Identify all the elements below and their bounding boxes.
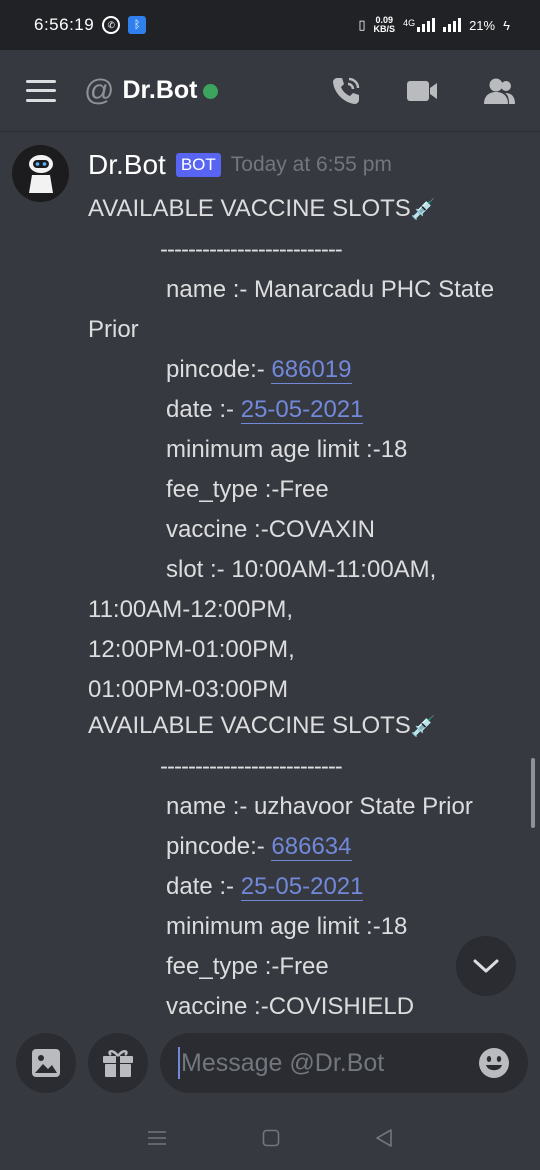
network-speed-unit: KB/S [373, 24, 396, 34]
home-icon[interactable] [262, 1129, 280, 1147]
vaccine-type: vaccine :-COVAXIN [166, 516, 375, 543]
vaccine-type: vaccine :-COVISHIELD [166, 993, 415, 1020]
date-link[interactable]: 25-05-2021 [240, 873, 364, 901]
slot-heading-text: AVAILABLE VACCINE SLOTS [88, 712, 411, 739]
emoji-icon[interactable] [478, 1047, 510, 1079]
slot-times: slot :- 10:00AM-11:00AM, [166, 556, 437, 583]
pincode-label: pincode:- [166, 833, 272, 860]
bot-badge: BOT [175, 153, 221, 177]
recent-apps-icon[interactable] [147, 1130, 167, 1146]
syringe-icon: 💉 [410, 716, 436, 738]
slot-heading: AVAILABLE VACCINE SLOTS💉 [88, 189, 533, 230]
channel-header: @ Dr.Bot [0, 50, 540, 132]
chevron-down-icon [473, 959, 499, 973]
pincode-link[interactable]: 686019 [271, 356, 352, 384]
vibrate-icon: ▯ [358, 17, 366, 32]
header-actions [330, 75, 516, 107]
hamburger-icon[interactable] [26, 79, 56, 102]
avatar[interactable] [12, 145, 69, 202]
pincode-link[interactable]: 686634 [271, 833, 352, 861]
slot-times-continued: 12:00PM-01:00PM, [88, 636, 295, 663]
separator: -------------------------- [160, 236, 343, 263]
video-camera-icon[interactable] [406, 79, 438, 103]
slot-heading: AVAILABLE VACCINE SLOTS💉 [88, 706, 533, 747]
message-list[interactable]: Dr.Bot BOT Today at 6:55 pm AVAILABLE VA… [0, 133, 540, 1025]
channel-title: Dr.Bot [122, 76, 198, 104]
online-status-dot [203, 84, 219, 99]
pincode-label: pincode:- [166, 356, 272, 383]
message-content: AVAILABLE VACCINE SLOTS💉 ---------------… [88, 189, 533, 1025]
message-composer: Message @Dr.Bot [0, 1025, 540, 1105]
message-input[interactable]: Message @Dr.Bot [160, 1033, 528, 1093]
syringe-icon: 💉 [410, 199, 436, 221]
gift-button[interactable] [88, 1033, 148, 1093]
center-name: name :- Manarcadu PHC State [166, 276, 495, 303]
fee-type: fee_type :-Free [166, 476, 329, 503]
bluetooth-icon: ᛒ [128, 16, 147, 34]
date-label: date :- [166, 873, 241, 900]
attach-image-button[interactable] [16, 1033, 76, 1093]
system-nav-bar [0, 1105, 540, 1170]
members-icon[interactable] [482, 77, 516, 105]
slot-heading-text: AVAILABLE VACCINE SLOTS [88, 195, 411, 222]
pincode-row: pincode:- 686019 [88, 350, 533, 390]
network-type: 4G [403, 18, 416, 28]
date-link[interactable]: 25-05-2021 [240, 396, 364, 424]
text-cursor [178, 1047, 180, 1079]
age-limit: minimum age limit :-18 [166, 436, 408, 463]
message-input-placeholder: Message @Dr.Bot [181, 1048, 385, 1077]
message-timestamp: Today at 6:55 pm [230, 153, 392, 176]
age-limit: minimum age limit :-18 [166, 913, 408, 940]
at-icon: @ [84, 73, 115, 107]
signal-4g-icon: 4G [403, 18, 436, 32]
gift-icon [103, 1050, 133, 1077]
whatsapp-icon: ✆ [102, 16, 121, 34]
date-row: date :- 25-05-2021 [88, 867, 533, 907]
battery-level: 21% [469, 17, 496, 33]
status-indicators: ▯ 0.09 KB/S 4G 21% ϟ [358, 16, 510, 34]
slot-times-continued: 01:00PM-03:00PM [88, 676, 289, 703]
status-time: 6:56:19 [34, 15, 95, 34]
jump-to-bottom-button[interactable] [456, 936, 516, 996]
robot-avatar-icon [28, 154, 53, 193]
scrollbar-thumb[interactable] [531, 758, 535, 828]
back-icon[interactable] [375, 1128, 393, 1148]
message-header: Dr.Bot BOT Today at 6:55 pm [88, 149, 392, 181]
separator: -------------------------- [160, 753, 343, 780]
slot-times-continued: 11:00AM-12:00PM, [88, 596, 293, 623]
message-author[interactable]: Dr.Bot [88, 149, 166, 181]
center-name: name :- uzhavoor State Prior [166, 793, 473, 820]
center-name-continued: Prior [88, 316, 139, 343]
image-icon [32, 1049, 60, 1077]
battery-charging-icon: ϟ [503, 17, 510, 33]
status-bar: 6:56:19 ✆ ᛒ ▯ 0.09 KB/S 4G 21% ϟ [0, 0, 540, 50]
date-row: date :- 25-05-2021 [88, 390, 533, 430]
pincode-row: pincode:- 686634 [88, 827, 533, 867]
phone-call-icon[interactable] [330, 75, 362, 107]
network-speed: 0.09 KB/S [374, 16, 396, 34]
date-label: date :- [166, 396, 241, 423]
signal-icon [443, 18, 462, 32]
